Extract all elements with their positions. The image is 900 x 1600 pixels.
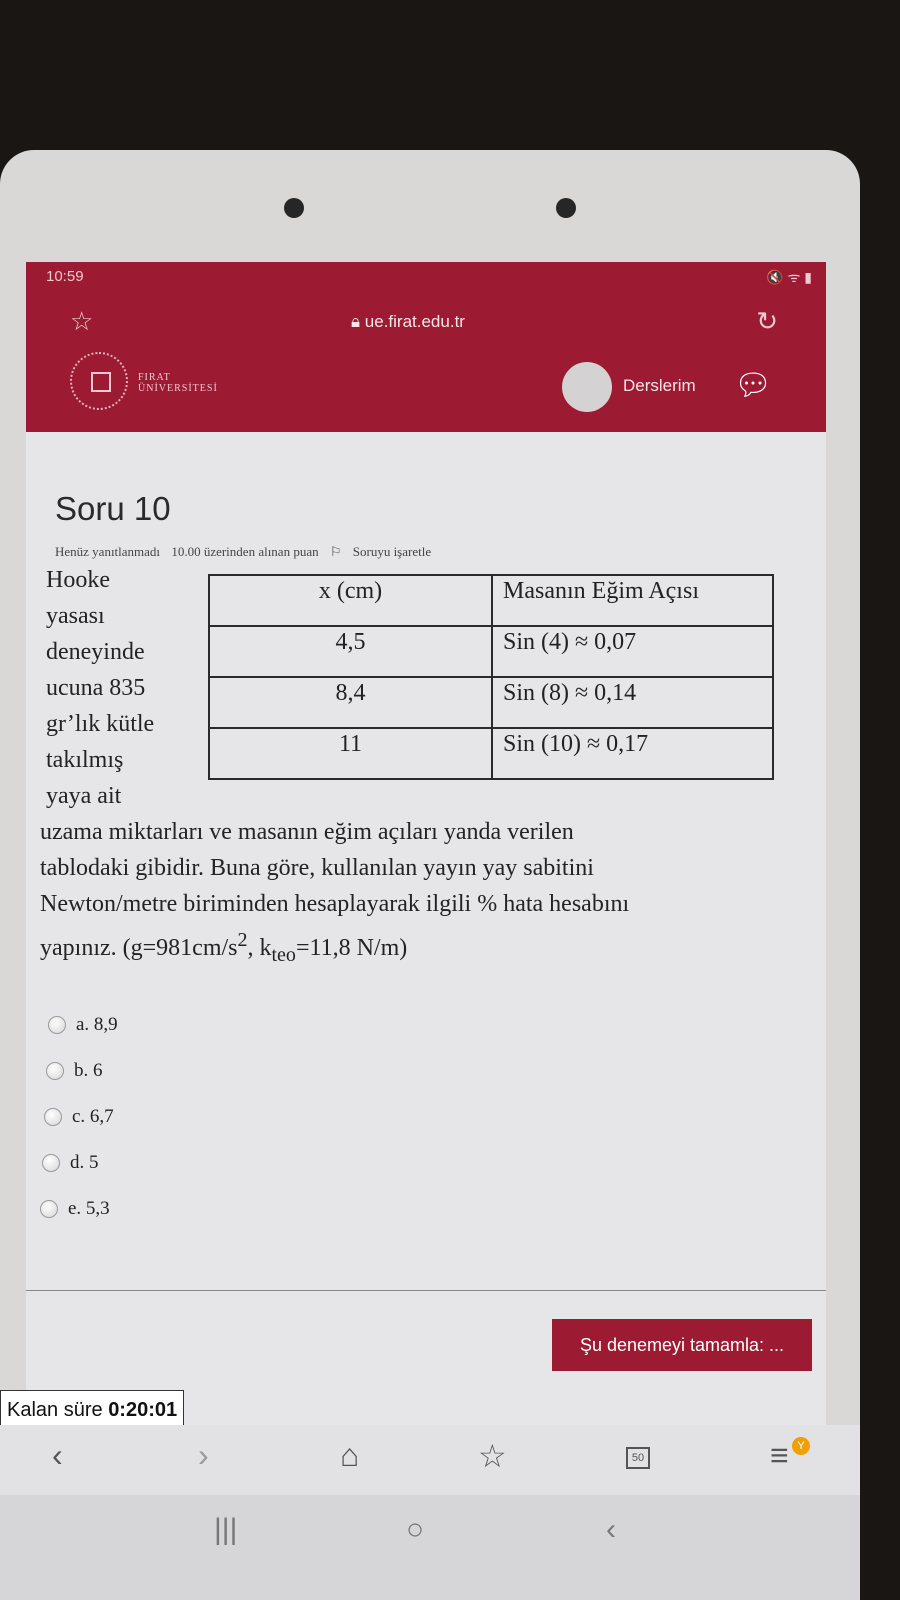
home-icon[interactable]: ⌂ bbox=[340, 1437, 359, 1474]
subscript: teo bbox=[271, 943, 296, 966]
bookmarks-star-icon[interactable]: ☆ bbox=[478, 1437, 507, 1475]
radio-button[interactable] bbox=[40, 1200, 58, 1218]
table-cell: Sin (10) ≈ 0,17 bbox=[491, 727, 774, 780]
radio-button[interactable] bbox=[42, 1154, 60, 1172]
question-meta: Henüz yanıtlanmadı 10.00 üzerinden alına… bbox=[55, 544, 447, 560]
recent-apps-icon[interactable]: ||| bbox=[214, 1513, 237, 1547]
stem-line: takılmış bbox=[46, 747, 124, 773]
option-label: d. 5 bbox=[70, 1152, 99, 1173]
table-header-cell: x (cm) bbox=[208, 574, 493, 627]
option-d[interactable]: d. 5 bbox=[42, 1140, 118, 1186]
table-row: 8,4 Sin (8) ≈ 0,14 bbox=[208, 676, 774, 729]
stem-line: Hooke bbox=[46, 567, 110, 593]
question-stem-rest: uzama miktarları ve masanın eğim açıları… bbox=[40, 814, 820, 973]
system-home-icon[interactable]: ○ bbox=[406, 1513, 424, 1547]
option-c[interactable]: c. 6,7 bbox=[44, 1094, 118, 1140]
points-info: 10.00 üzerinden alınan puan bbox=[171, 544, 319, 559]
stem-line: ucuna 835 bbox=[46, 675, 146, 701]
logo-line-2: ÜNİVERSİTESİ bbox=[138, 383, 218, 394]
status-time: 10:59 bbox=[46, 268, 84, 285]
logo-line-1: FIRAT bbox=[138, 372, 171, 383]
answer-status: Henüz yanıtlanmadı bbox=[55, 544, 161, 559]
superscript: 2 bbox=[237, 929, 248, 951]
table-cell: 11 bbox=[208, 727, 493, 780]
question-stem-left: Hooke yasası deneyinde ucuna 835 gr’lık … bbox=[46, 562, 216, 814]
notification-badge: Y bbox=[792, 1437, 810, 1455]
table-row: 4,5 Sin (4) ≈ 0,07 bbox=[208, 625, 774, 678]
data-table: x (cm) Masanın Eğim Açısı 4,5 Sin (4) ≈ … bbox=[208, 574, 774, 780]
stem-line: yaya ait bbox=[46, 783, 122, 809]
stem-line: tablodaki gibidir. Buna göre, kullanılan… bbox=[40, 855, 594, 881]
answer-options: a. 8,9 b. 6 c. 6,7 d. 5 e. 5,3 bbox=[38, 1002, 118, 1232]
flag-question-link[interactable]: ⚐ Soruyu işaretle bbox=[330, 544, 439, 559]
radio-button[interactable] bbox=[48, 1016, 66, 1034]
derslerim-link[interactable]: Derslerim bbox=[623, 376, 696, 396]
stem-text: yapınız. (g=981cm/s bbox=[40, 935, 238, 961]
flag-icon: ⚐ bbox=[329, 544, 342, 559]
address-bar[interactable]: 🔒︎ ue.firat.edu.tr bbox=[351, 312, 465, 332]
option-e[interactable]: e. 5,3 bbox=[40, 1186, 118, 1232]
url-text: ue.firat.edu.tr bbox=[364, 312, 465, 331]
question-title: Soru 10 bbox=[55, 490, 171, 527]
sensor bbox=[556, 198, 576, 218]
radio-button[interactable] bbox=[46, 1062, 64, 1080]
status-icons: 🔇 ᯤ ▮ bbox=[766, 269, 812, 285]
radio-button[interactable] bbox=[44, 1108, 62, 1126]
stem-line: gr’lık kütle bbox=[46, 711, 155, 737]
back-arrow-icon[interactable]: ‹ bbox=[52, 1437, 63, 1474]
camera bbox=[284, 198, 304, 218]
lock-icon: 🔒︎ bbox=[351, 312, 361, 331]
table-cell: 4,5 bbox=[208, 625, 493, 678]
reload-icon[interactable]: ↻ bbox=[756, 306, 778, 337]
timer-value: 0:20:01 bbox=[108, 1399, 178, 1421]
stem-line: yapınız. (g=981cm/s2, kteo=11,8 N/m) bbox=[40, 922, 820, 973]
option-label: e. 5,3 bbox=[68, 1198, 110, 1219]
option-label: b. 6 bbox=[74, 1060, 103, 1081]
finish-attempt-button[interactable]: Şu denemeyi tamamla: ... bbox=[552, 1319, 812, 1371]
option-label: c. 6,7 bbox=[72, 1106, 114, 1127]
stem-line: Newton/metre biriminden hesaplayarak ilg… bbox=[40, 891, 630, 917]
browser-toolbar: ‹ › ⌂ ☆ 50 ≡ Y bbox=[0, 1425, 860, 1495]
table-cell: Sin (8) ≈ 0,14 bbox=[491, 676, 774, 729]
university-seal-logo[interactable] bbox=[70, 352, 128, 410]
menu-icon[interactable]: ≡ bbox=[770, 1437, 789, 1474]
timer-label: Kalan süre bbox=[7, 1399, 103, 1421]
stem-text: , k bbox=[247, 935, 272, 961]
forward-arrow-icon[interactable]: › bbox=[198, 1437, 209, 1474]
system-back-icon[interactable]: ‹ bbox=[606, 1513, 616, 1547]
tabs-count-icon[interactable]: 50 bbox=[626, 1447, 650, 1469]
stem-line: uzama miktarları ve masanın eğim açıları… bbox=[40, 819, 574, 845]
table-cell: Sin (4) ≈ 0,07 bbox=[491, 625, 774, 678]
table-header-cell: Masanın Eğim Açısı bbox=[491, 574, 774, 627]
option-label: a. 8,9 bbox=[76, 1014, 118, 1035]
table-header-row: x (cm) Masanın Eğim Açısı bbox=[208, 574, 774, 627]
divider bbox=[26, 1290, 826, 1291]
stem-line: yasası bbox=[46, 603, 105, 629]
university-name: FIRAT ÜNİVERSİTESİ bbox=[138, 372, 218, 394]
chat-bubble-icon[interactable]: 💬︎ bbox=[734, 368, 772, 403]
option-a[interactable]: a. 8,9 bbox=[48, 1002, 118, 1048]
table-row: 11 Sin (10) ≈ 0,17 bbox=[208, 727, 774, 780]
stem-text: =11,8 N/m) bbox=[295, 935, 408, 961]
site-header: 10:59 🔇 ᯤ ▮ ☆ 🔒︎ ue.firat.edu.tr ↻ FIRAT… bbox=[26, 262, 826, 432]
option-b[interactable]: b. 6 bbox=[46, 1048, 118, 1094]
user-avatar[interactable] bbox=[562, 362, 612, 412]
stem-line: deneyinde bbox=[46, 639, 145, 665]
flag-label: Soruyu işaretle bbox=[352, 544, 432, 559]
bookmark-star-icon[interactable]: ☆ bbox=[70, 306, 93, 337]
table-cell: 8,4 bbox=[208, 676, 493, 729]
system-navigation-bar: ||| ○ ‹ bbox=[0, 1495, 860, 1600]
